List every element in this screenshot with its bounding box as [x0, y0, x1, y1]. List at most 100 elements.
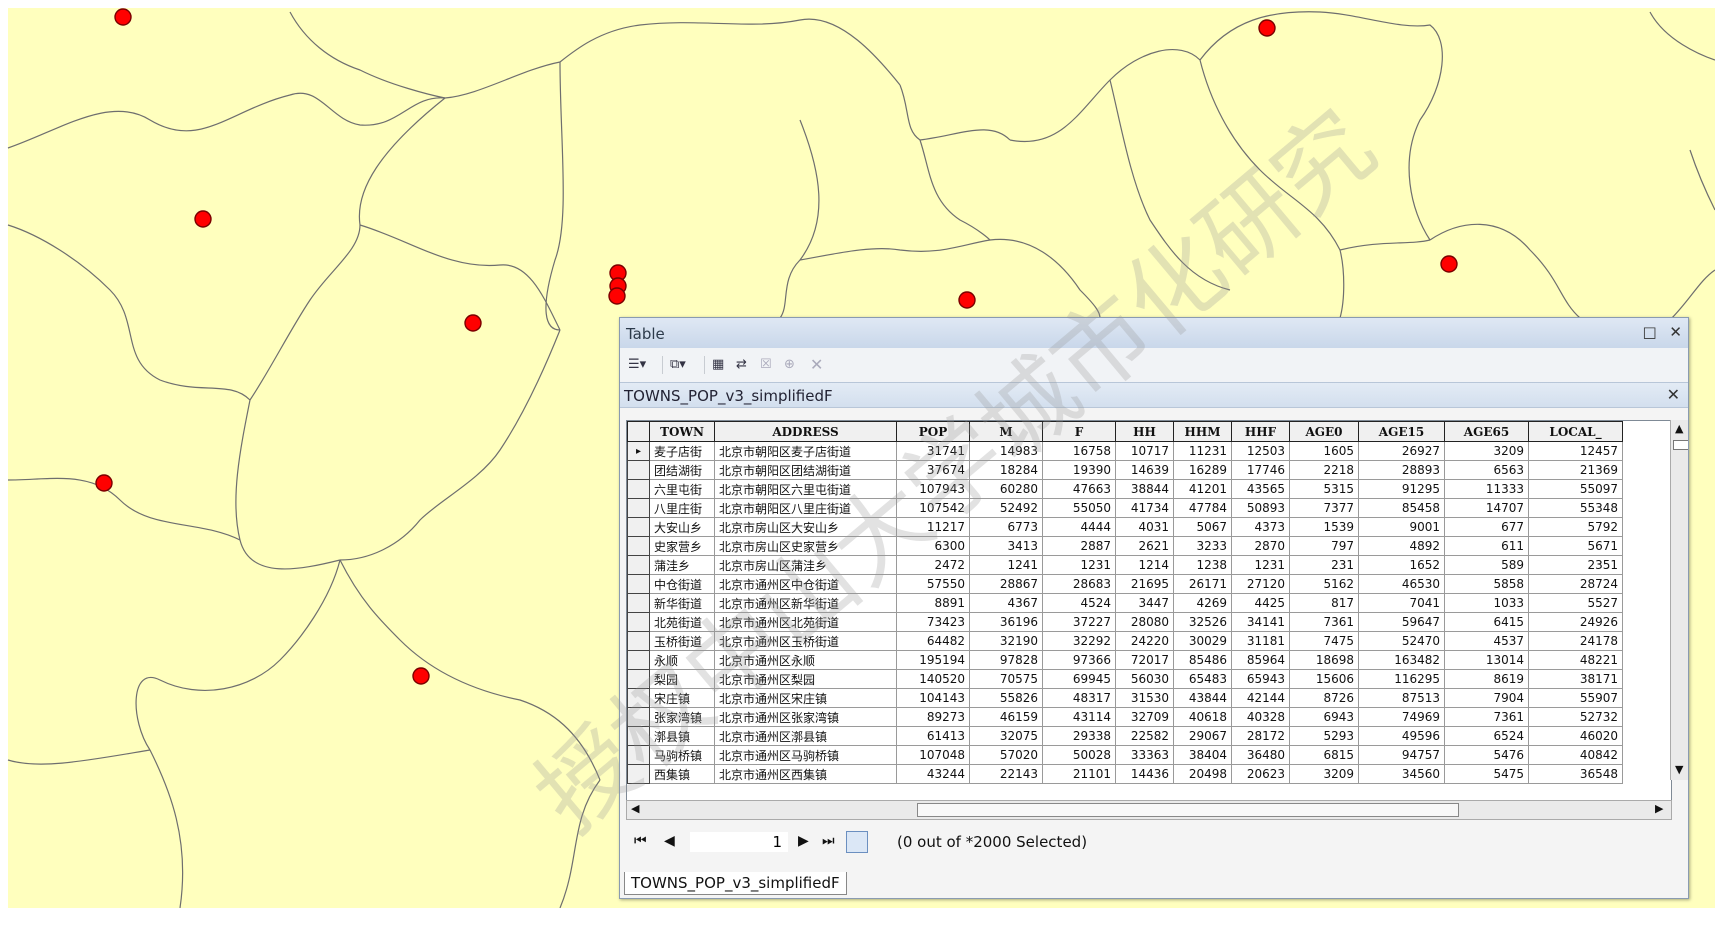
table-cell-address[interactable]: 北京市通州区漷县镇 — [714, 726, 897, 746]
table-cell-hh[interactable]: 1214 — [1115, 555, 1174, 575]
table-cell-address[interactable]: 北京市通州区永顺 — [714, 650, 897, 670]
column-header-age65[interactable]: AGE65 — [1444, 421, 1529, 442]
table-cell-hhm[interactable]: 4269 — [1173, 593, 1232, 613]
table-cell-age0[interactable]: 6815 — [1289, 745, 1359, 765]
table-cell-hhm[interactable]: 29067 — [1173, 726, 1232, 746]
table-cell-pop[interactable]: 6300 — [896, 536, 970, 556]
next-record-icon[interactable]: ▶ — [798, 833, 809, 849]
table-cell-f[interactable]: 55050 — [1042, 498, 1116, 518]
table-cell-hh[interactable]: 3447 — [1115, 593, 1174, 613]
table-cell-age15[interactable]: 163482 — [1358, 650, 1445, 670]
table-cell-pop[interactable]: 107048 — [896, 745, 970, 765]
show-all-records-icon[interactable] — [846, 831, 868, 853]
table-cell-address[interactable]: 北京市朝阳区团结湖街道 — [714, 460, 897, 480]
table-cell-m[interactable]: 3413 — [969, 536, 1043, 556]
table-cell-f[interactable]: 48317 — [1042, 688, 1116, 708]
table-cell-age0[interactable]: 231 — [1289, 555, 1359, 575]
column-header-hhf[interactable]: HHF — [1231, 421, 1290, 442]
table-cell-age65[interactable]: 3209 — [1444, 441, 1529, 461]
table-cell-hhm[interactable]: 38404 — [1173, 745, 1232, 765]
table-cell-hhm[interactable]: 65483 — [1173, 669, 1232, 689]
maximize-icon[interactable]: □ — [1642, 323, 1656, 341]
table-cell-hhf[interactable]: 40328 — [1231, 707, 1290, 727]
table-cell-age0[interactable]: 2218 — [1289, 460, 1359, 480]
row-selector-header[interactable] — [627, 421, 650, 442]
table-cell-hhf[interactable]: 4373 — [1231, 517, 1290, 537]
column-header-pop[interactable]: POP — [896, 421, 970, 442]
table-cell-age15[interactable]: 91295 — [1358, 479, 1445, 499]
table-cell-age15[interactable]: 28893 — [1358, 460, 1445, 480]
column-header-m[interactable]: M — [969, 421, 1043, 442]
table-cell-age65[interactable]: 13014 — [1444, 650, 1529, 670]
table-cell-pop[interactable]: 107943 — [896, 479, 970, 499]
row-selector[interactable] — [627, 479, 650, 499]
table-cell-address[interactable]: 北京市通州区宋庄镇 — [714, 688, 897, 708]
table-row[interactable]: 宋庄镇 北京市通州区宋庄镇 104143 55826 48317 31530 43844 42… — [627, 688, 1623, 708]
table-cell-hh[interactable]: 33363 — [1115, 745, 1174, 765]
table-cell-hh[interactable]: 14639 — [1115, 460, 1174, 480]
table-cell-age0[interactable]: 7475 — [1289, 631, 1359, 651]
table-cell-age65[interactable]: 7904 — [1444, 688, 1529, 708]
table-cell-town[interactable]: 团结湖街 — [649, 460, 715, 480]
table-cell-age0[interactable]: 3209 — [1289, 764, 1359, 784]
row-selector[interactable] — [627, 631, 650, 651]
table-cell-hh[interactable]: 10717 — [1115, 441, 1174, 461]
table-cell-hhf[interactable]: 1231 — [1231, 555, 1290, 575]
table-cell-m[interactable]: 32190 — [969, 631, 1043, 651]
table-row[interactable]: 大安山乡 北京市房山区大安山乡 11217 6773 4444 4031 5067 4373 1… — [627, 517, 1623, 537]
table-cell-age15[interactable]: 26927 — [1358, 441, 1445, 461]
close-icon[interactable]: ✕ — [1669, 323, 1682, 341]
table-cell-f[interactable]: 97366 — [1042, 650, 1116, 670]
table-cell-age15[interactable]: 9001 — [1358, 517, 1445, 537]
table-cell-age15[interactable]: 7041 — [1358, 593, 1445, 613]
table-cell-pop[interactable]: 107542 — [896, 498, 970, 518]
table-cell-age0[interactable]: 5162 — [1289, 574, 1359, 594]
table-cell-age15[interactable]: 116295 — [1358, 669, 1445, 689]
table-cell-hhm[interactable]: 20498 — [1173, 764, 1232, 784]
table-cell-hh[interactable]: 2621 — [1115, 536, 1174, 556]
table-cell-hh[interactable]: 31530 — [1115, 688, 1174, 708]
table-row[interactable]: 玉桥街道 北京市通州区玉桥街道 64482 32190 32292 24220 30029 3… — [627, 631, 1623, 651]
table-cell-f[interactable]: 2887 — [1042, 536, 1116, 556]
row-selector[interactable] — [627, 517, 650, 537]
table-cell-local[interactable]: 5671 — [1528, 536, 1623, 556]
table-cell-address[interactable]: 北京市朝阳区麦子店街道 — [714, 441, 897, 461]
table-cell-hhm[interactable]: 47784 — [1173, 498, 1232, 518]
table-cell-age65[interactable]: 5476 — [1444, 745, 1529, 765]
table-cell-hh[interactable]: 56030 — [1115, 669, 1174, 689]
table-cell-f[interactable]: 28683 — [1042, 574, 1116, 594]
table-cell-hh[interactable]: 72017 — [1115, 650, 1174, 670]
column-header-age0[interactable]: AGE0 — [1289, 421, 1359, 442]
record-number-field[interactable]: 1 — [690, 832, 788, 852]
table-cell-town[interactable]: 漷县镇 — [649, 726, 715, 746]
horizontal-scrollbar[interactable]: ◀ ▶ — [626, 800, 1672, 820]
table-cell-hhf[interactable]: 43565 — [1231, 479, 1290, 499]
table-cell-address[interactable]: 北京市通州区西集镇 — [714, 764, 897, 784]
table-cell-local[interactable]: 28724 — [1528, 574, 1623, 594]
table-cell-pop[interactable]: 2472 — [896, 555, 970, 575]
table-cell-pop[interactable]: 195194 — [896, 650, 970, 670]
attribute-table-window[interactable]: Table □ ✕ ☰▾ ⧉▾ ▦ ⇄ ☒ ⊕ ✕ TOWNS_POP_v3_s… — [619, 317, 1689, 899]
table-cell-hhm[interactable]: 30029 — [1173, 631, 1232, 651]
table-cell-age65[interactable]: 677 — [1444, 517, 1529, 537]
table-cell-pop[interactable]: 11217 — [896, 517, 970, 537]
table-cell-hh[interactable]: 32709 — [1115, 707, 1174, 727]
table-cell-address[interactable]: 北京市通州区中仓街道 — [714, 574, 897, 594]
switch-selection-icon[interactable]: ⇄ — [736, 355, 747, 375]
table-cell-hhf[interactable]: 42144 — [1231, 688, 1290, 708]
table-cell-age0[interactable]: 7361 — [1289, 612, 1359, 632]
table-cell-f[interactable]: 47663 — [1042, 479, 1116, 499]
table-cell-town[interactable]: 六里屯街 — [649, 479, 715, 499]
table-cell-age0[interactable]: 18698 — [1289, 650, 1359, 670]
table-cell-f[interactable]: 69945 — [1042, 669, 1116, 689]
table-cell-hhm[interactable]: 85486 — [1173, 650, 1232, 670]
table-cell-age15[interactable]: 49596 — [1358, 726, 1445, 746]
table-cell-m[interactable]: 14983 — [969, 441, 1043, 461]
row-selector[interactable]: ▸ — [627, 441, 650, 461]
table-cell-hhm[interactable]: 26171 — [1173, 574, 1232, 594]
table-cell-town[interactable]: 中仓街道 — [649, 574, 715, 594]
table-cell-m[interactable]: 6773 — [969, 517, 1043, 537]
table-cell-age15[interactable]: 4892 — [1358, 536, 1445, 556]
table-cell-hhm[interactable]: 41201 — [1173, 479, 1232, 499]
table-cell-pop[interactable]: 8891 — [896, 593, 970, 613]
